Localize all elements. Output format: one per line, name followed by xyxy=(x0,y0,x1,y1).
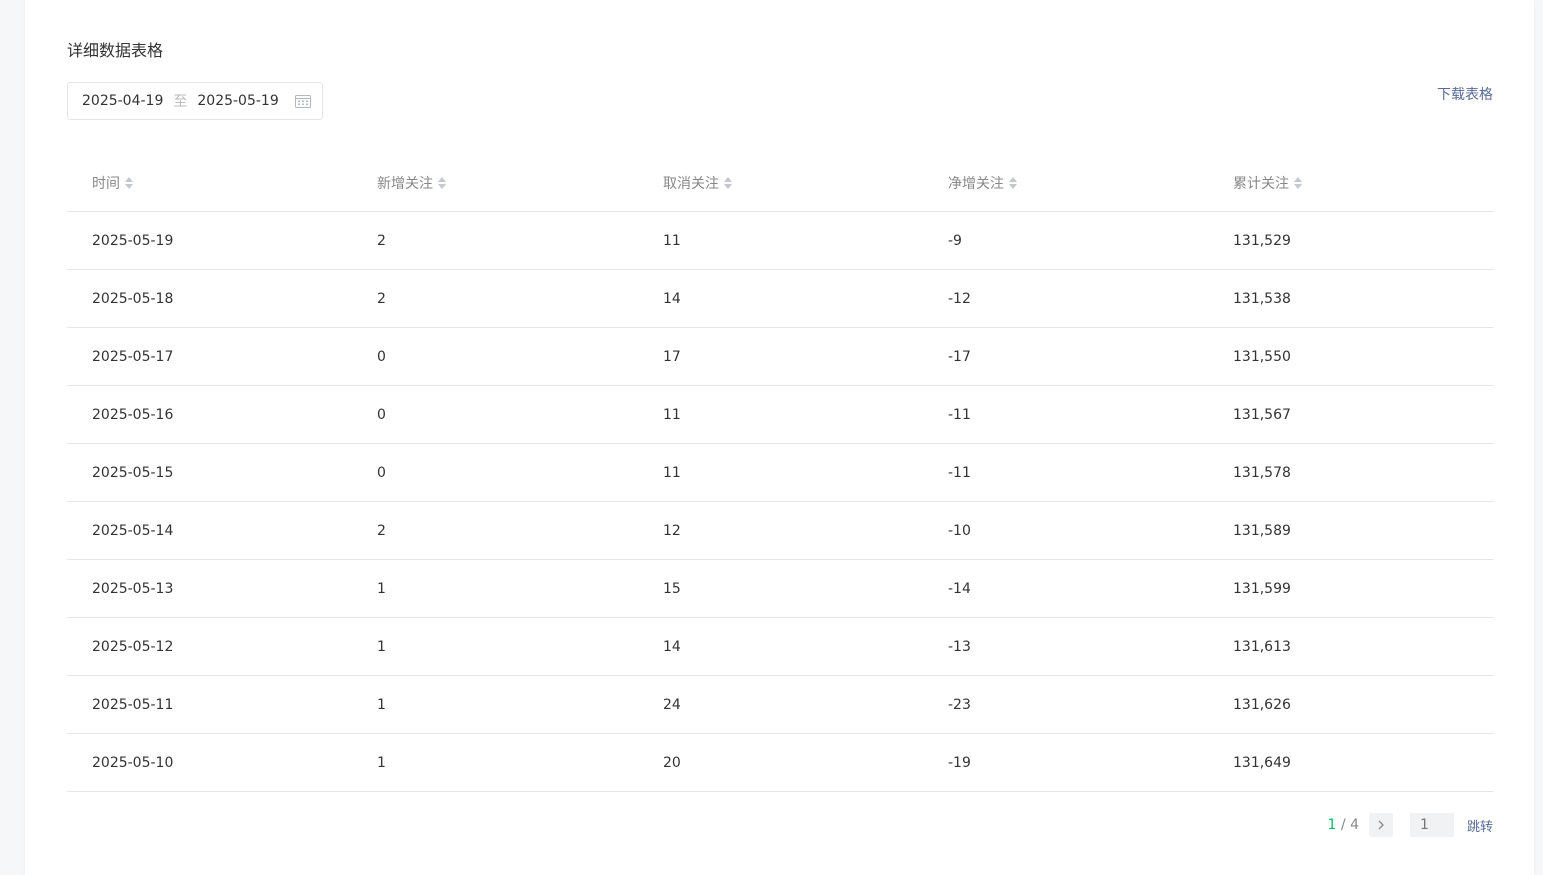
table-cell: 131,613 xyxy=(1208,617,1494,676)
table-cell: 131,649 xyxy=(1208,733,1494,792)
table-cell: 0 xyxy=(352,385,638,444)
table-cell: 2025-05-10 xyxy=(67,733,352,792)
table-cell: 0 xyxy=(352,327,638,386)
table-cell: 12 xyxy=(638,501,923,560)
table-row: 2025-05-10 1 20 -19 131,649 xyxy=(67,733,1494,792)
table-header-row: 时间 新增关注 取消关注 净增关注 累计关注 xyxy=(67,155,1494,212)
column-header[interactable]: 取消关注 xyxy=(638,155,923,212)
column-header[interactable]: 累计关注 xyxy=(1208,155,1494,212)
table-cell: 131,567 xyxy=(1208,385,1494,444)
column-header-label: 时间 xyxy=(92,176,120,192)
table-cell: -11 xyxy=(923,443,1208,502)
table-cell: 17 xyxy=(638,327,923,386)
sort-icon[interactable] xyxy=(1293,176,1303,190)
date-range-start: 2025-04-19 xyxy=(82,93,164,109)
next-page-button[interactable] xyxy=(1368,813,1393,837)
current-page: 1 xyxy=(1327,817,1337,833)
table-cell: 2025-05-14 xyxy=(67,501,352,560)
table-cell: 1 xyxy=(352,559,638,618)
table-cell: 24 xyxy=(638,675,923,734)
table-cell: -23 xyxy=(923,675,1208,734)
column-header-label: 取消关注 xyxy=(663,176,719,192)
table-cell: 20 xyxy=(638,733,923,792)
table-cell: 11 xyxy=(638,443,923,502)
table-row: 2025-05-14 2 12 -10 131,589 xyxy=(67,501,1494,560)
table-cell: -10 xyxy=(923,501,1208,560)
table-cell: 0 xyxy=(352,443,638,502)
table-cell: 2025-05-12 xyxy=(67,617,352,676)
detail-data-card: 详细数据表格 2025-04-19 至 2025-05-19 下载表格 时间 新增… xyxy=(25,0,1534,875)
jump-button[interactable]: 跳转 xyxy=(1467,816,1493,835)
table-row: 2025-05-12 1 14 -13 131,613 xyxy=(67,617,1494,676)
table-cell: 2025-05-19 xyxy=(67,211,352,270)
date-range-picker[interactable]: 2025-04-19 至 2025-05-19 xyxy=(67,82,323,120)
table-cell: -13 xyxy=(923,617,1208,676)
table-cell: 11 xyxy=(638,211,923,270)
chevron-right-icon xyxy=(1378,820,1384,830)
calendar-icon xyxy=(294,93,312,109)
table-cell: 2025-05-15 xyxy=(67,443,352,502)
table-cell: 1 xyxy=(352,675,638,734)
table-cell: 131,538 xyxy=(1208,269,1494,328)
data-table: 时间 新增关注 取消关注 净增关注 累计关注 2025-05-19 2 11 -9 131,52… xyxy=(67,155,1494,792)
date-range-end: 2025-05-19 xyxy=(197,93,279,109)
table-cell: 2 xyxy=(352,269,638,328)
download-table-link[interactable]: 下载表格 xyxy=(1437,84,1493,104)
column-header-label: 净增关注 xyxy=(948,176,1004,192)
table-row: 2025-05-18 2 14 -12 131,538 xyxy=(67,269,1494,328)
column-header[interactable]: 净增关注 xyxy=(923,155,1208,212)
column-header[interactable]: 时间 xyxy=(67,155,352,212)
table-row: 2025-05-17 0 17 -17 131,550 xyxy=(67,327,1494,386)
table-cell: 131,626 xyxy=(1208,675,1494,734)
table-cell: 1 xyxy=(352,733,638,792)
table-cell: -11 xyxy=(923,385,1208,444)
table-cell: 1 xyxy=(352,617,638,676)
table-cell: 15 xyxy=(638,559,923,618)
sort-icon[interactable] xyxy=(723,176,733,190)
table-cell: 14 xyxy=(638,617,923,676)
table-cell: 131,599 xyxy=(1208,559,1494,618)
page-jump-input[interactable] xyxy=(1409,813,1454,837)
table-row: 2025-05-19 2 11 -9 131,529 xyxy=(67,211,1494,270)
sort-icon[interactable] xyxy=(437,176,447,190)
table-row: 2025-05-15 0 11 -11 131,578 xyxy=(67,443,1494,502)
table-cell: -14 xyxy=(923,559,1208,618)
table-cell: 2025-05-11 xyxy=(67,675,352,734)
table-cell: 14 xyxy=(638,269,923,328)
pagination: 1 / 4 跳转 xyxy=(1328,813,1493,837)
table-cell: -12 xyxy=(923,269,1208,328)
table-cell: 2 xyxy=(352,501,638,560)
table-cell: -9 xyxy=(923,211,1208,270)
table-cell: 131,550 xyxy=(1208,327,1494,386)
sort-icon[interactable] xyxy=(1008,176,1018,190)
total-pages: 4 xyxy=(1350,817,1359,833)
date-range-separator: 至 xyxy=(173,94,188,110)
table-cell: -17 xyxy=(923,327,1208,386)
table-cell: -19 xyxy=(923,733,1208,792)
table-cell: 2025-05-13 xyxy=(67,559,352,618)
table-row: 2025-05-16 0 11 -11 131,567 xyxy=(67,385,1494,444)
table-cell: 131,589 xyxy=(1208,501,1494,560)
table-cell: 2025-05-18 xyxy=(67,269,352,328)
table-cell: 131,578 xyxy=(1208,443,1494,502)
section-title: 详细数据表格 xyxy=(67,41,164,60)
table-cell: 2025-05-17 xyxy=(67,327,352,386)
table-row: 2025-05-11 1 24 -23 131,626 xyxy=(67,675,1494,734)
sort-icon[interactable] xyxy=(124,176,134,190)
column-header-label: 累计关注 xyxy=(1233,176,1289,192)
table-cell: 2025-05-16 xyxy=(67,385,352,444)
column-header[interactable]: 新增关注 xyxy=(352,155,638,212)
table-cell: 2 xyxy=(352,211,638,270)
page-divider: / xyxy=(1336,817,1351,833)
table-row: 2025-05-13 1 15 -14 131,599 xyxy=(67,559,1494,618)
column-header-label: 新增关注 xyxy=(377,176,433,192)
table-cell: 11 xyxy=(638,385,923,444)
table-cell: 131,529 xyxy=(1208,211,1494,270)
